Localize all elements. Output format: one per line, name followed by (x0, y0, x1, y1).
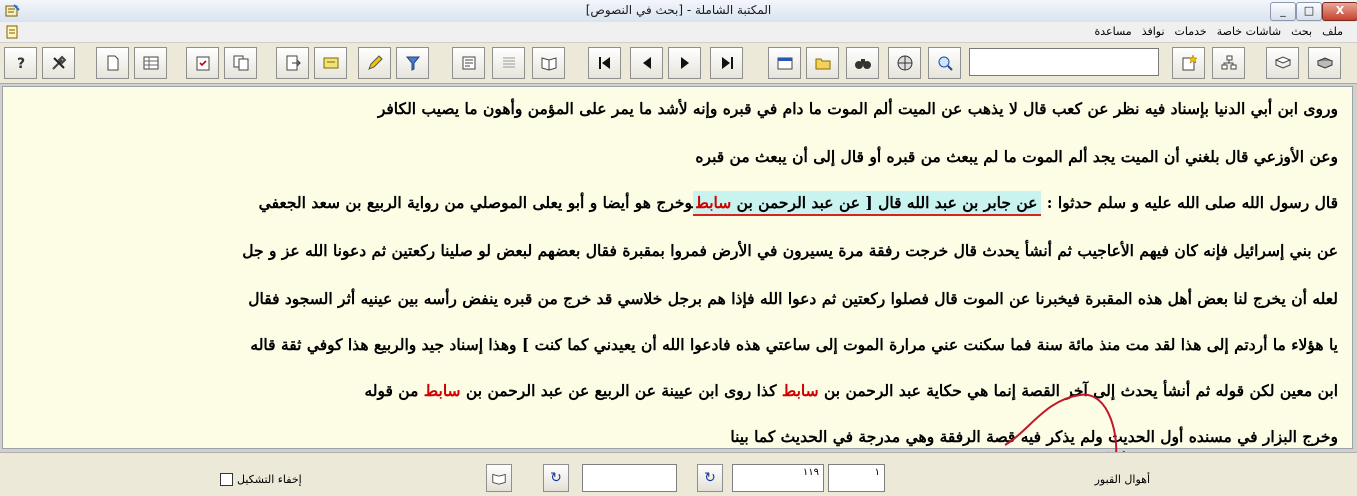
menu-windows[interactable]: نوافذ (1142, 25, 1165, 38)
grid-icon[interactable] (134, 47, 167, 79)
clipboard-icon[interactable] (186, 47, 219, 79)
text-line-6: يا هؤلاء ما أردتم إلى هذا لقد مت منذ مائ… (250, 335, 1338, 354)
text-segment: وعن الأوزعي قال بلغني أن الميت يجد ألم ا… (695, 147, 1338, 166)
text-segment: [ (860, 193, 879, 212)
text-segment: وخرج البزار في مسنده أول الحديث ولم يذكر… (730, 427, 1338, 446)
card-icon[interactable] (314, 47, 347, 79)
tree-icon[interactable] (1212, 47, 1245, 79)
tools-icon[interactable] (42, 47, 75, 79)
text-segment: يا هؤلاء ما أردتم إلى هذا لقد مت منذ مائ… (250, 335, 1338, 354)
text-segment: كذا روى ابن عيينة عن الربيع عن عبد الرحم… (460, 381, 782, 400)
text-segment: عن عبد الرحمن بن (731, 193, 860, 212)
toolbar: ? (0, 43, 1357, 84)
document-menu-icon[interactable] (4, 24, 20, 40)
text-segment: من قوله (364, 381, 424, 400)
volume-field[interactable]: ١١٩ (732, 464, 824, 492)
copy-icon[interactable] (224, 47, 257, 79)
text-line-1: وروى ابن أبي الدنيا بإسناد فيه نظر عن كع… (378, 99, 1338, 118)
last-icon[interactable] (710, 47, 743, 79)
open-book-icon[interactable] (486, 464, 512, 492)
list-icon[interactable] (492, 47, 525, 79)
hide-diacritics-toggle[interactable]: إخفاء التشكيل (220, 473, 302, 486)
text-line-8: وخرج البزار في مسنده أول الحديث ولم يذكر… (730, 427, 1338, 446)
text-line-4: عن بني إسرائيل فإنه كان فيهم الأعاجيب ثم… (242, 241, 1338, 260)
help-icon[interactable]: ? (4, 47, 37, 79)
first-icon[interactable] (588, 47, 621, 79)
menu-items: ملف بحث شاشات خاصة خدمات نوافذ مساعدة (1095, 25, 1343, 38)
window-title: المكتبة الشاملة - [بحث في النصوص] (585, 3, 772, 17)
text-segment: عن جابر بن عبد الله قال (878, 193, 1038, 212)
pen-icon[interactable] (358, 47, 391, 79)
text-segment: قال رسول الله صلى الله عليه و سلم حدثوا (1057, 193, 1338, 212)
refresh-icon-2[interactable]: ↻ (697, 464, 723, 492)
prev-icon[interactable] (630, 47, 663, 79)
menu-services[interactable]: خدمات (1175, 25, 1207, 38)
search-term: سابط (781, 381, 819, 400)
menu-bar: ملف بحث شاشات خاصة خدمات نوافذ مساعدة (0, 22, 1357, 43)
refresh-icon[interactable]: ↻ (543, 464, 569, 492)
search-input[interactable] (969, 48, 1159, 76)
menu-file[interactable]: ملف (1322, 25, 1343, 38)
menu-help[interactable]: مساعدة (1095, 25, 1132, 38)
search-web-icon[interactable] (928, 47, 961, 79)
search-term: سابط (696, 193, 732, 212)
section-title: أهوال القبور (1094, 473, 1150, 486)
text-line-3: قال رسول الله صلى الله عليه و سلم حدثوا … (258, 191, 1338, 216)
text-segment: لعله أن يخرج لنا بعض أهل هذه المقبرة فيخ… (248, 289, 1338, 308)
status-bar: إخفاء التشكيل ↻ ↻ ١١٩ ١ أهوال القبور (0, 452, 1357, 496)
text-line-5: لعله أن يخرج لنا بعض أهل هذه المقبرة فيخ… (248, 289, 1338, 308)
goto-input[interactable] (582, 464, 677, 492)
new-page-icon[interactable] (96, 47, 129, 79)
export-icon[interactable] (276, 47, 309, 79)
text-segment: وخرج هو أيضا و أبو يعلى الموصلي من رواية… (258, 193, 693, 212)
book-closed-icon[interactable] (1308, 47, 1341, 79)
filter-icon[interactable] (396, 47, 429, 79)
globe-icon[interactable] (888, 47, 921, 79)
text-segment: وروى ابن أبي الدنيا بإسناد فيه نظر عن كع… (377, 99, 1338, 118)
properties-icon[interactable] (452, 47, 485, 79)
menu-special-screens[interactable]: شاشات خاصة (1217, 25, 1281, 38)
text-line-2: وعن الأوزعي قال بلغني أن الميت يجد ألم ا… (695, 147, 1338, 166)
hide-diacritics-checkbox[interactable] (220, 473, 233, 486)
search-term: سابط (423, 381, 461, 400)
menu-search[interactable]: بحث (1291, 25, 1312, 38)
page-field[interactable]: ١ (828, 464, 885, 492)
text-segment: عن بني إسرائيل فإنه كان فيهم الأعاجيب ثم… (242, 241, 1338, 260)
next-icon[interactable] (668, 47, 701, 79)
book-icon[interactable] (1266, 47, 1299, 79)
book-open-icon[interactable] (532, 47, 565, 79)
text-line-7: ابن معين لكن قوله ثم أنشأ يحدث إلى آخر ا… (364, 381, 1338, 400)
text-segment: ابن معين لكن قوله ثم أنشأ يحدث إلى آخر ا… (818, 381, 1338, 400)
star-page-icon[interactable] (1172, 47, 1205, 79)
hide-diacritics-label: إخفاء التشكيل (237, 473, 302, 486)
close-button[interactable]: X (1322, 2, 1357, 21)
text-segment: : (1041, 193, 1058, 212)
binoculars-icon[interactable] (846, 47, 879, 79)
title-bar: المكتبة الشاملة - [بحث في النصوص] _ □ X (0, 0, 1357, 23)
maximize-button[interactable]: □ (1296, 2, 1322, 21)
window-icon[interactable] (768, 47, 801, 79)
book-text-panel[interactable]: وروى ابن أبي الدنيا بإسناد فيه نظر عن كع… (2, 86, 1353, 449)
folder-icon[interactable] (806, 47, 839, 79)
minimize-button[interactable]: _ (1270, 2, 1296, 21)
svg-text:?: ? (17, 56, 25, 72)
highlighted-search-hit: عن جابر بن عبد الله قال [ عن عبد الرحمن … (692, 191, 1042, 216)
